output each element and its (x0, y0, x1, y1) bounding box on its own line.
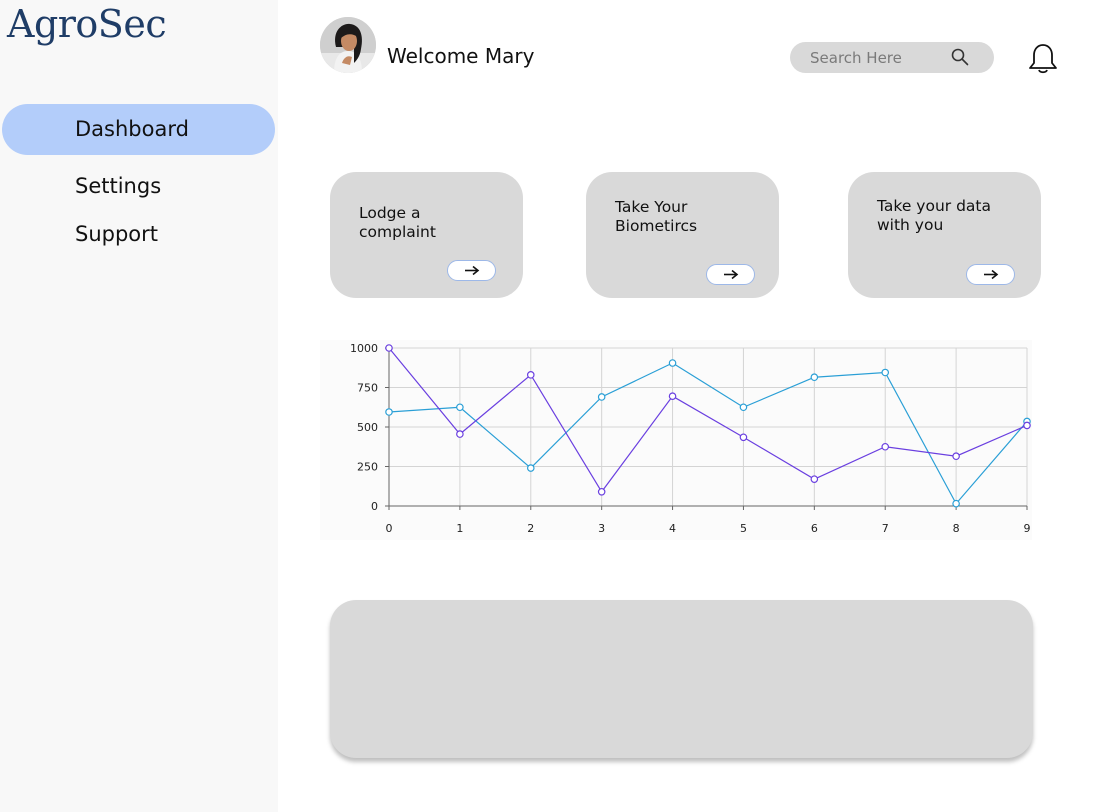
y-tick-label: 0 (371, 500, 378, 513)
y-tick-label: 1000 (350, 342, 378, 355)
series-line-2 (388, 347, 1028, 493)
sidebar-item-dashboard[interactable]: Dashboard (2, 104, 275, 155)
data-point (385, 344, 393, 352)
y-tick-label: 500 (357, 421, 378, 434)
series-line-1 (388, 362, 1028, 505)
x-tick-label: 0 (386, 522, 393, 535)
arrow-right-icon (984, 269, 999, 280)
bottom-panel (330, 600, 1033, 758)
data-point (952, 452, 960, 461)
data-point (952, 499, 960, 508)
avatar-image (320, 17, 376, 73)
app-logo: AgroSec (7, 2, 167, 46)
data-point (1023, 421, 1031, 430)
card-label: Take Your Biometircs (615, 198, 698, 235)
card-arrow-button[interactable] (966, 264, 1015, 285)
data-point (526, 371, 535, 379)
card-label: Take your data with you (877, 197, 991, 234)
arrow-right-icon (724, 269, 739, 280)
x-tick-label: 5 (740, 522, 747, 535)
sidebar: AgroSec Dashboard Settings Support (0, 0, 278, 812)
data-point (597, 487, 606, 496)
data-point (810, 475, 819, 483)
arrow-right-icon (465, 265, 480, 276)
data-point (456, 403, 464, 412)
card-take-data[interactable]: Take your data with you (848, 172, 1041, 298)
y-tick-label: 250 (357, 461, 378, 474)
data-point (456, 430, 464, 438)
bell-icon[interactable] (1027, 42, 1059, 78)
card-arrow-button[interactable] (447, 260, 496, 281)
card-take-biometrics[interactable]: Take Your Biometircs (586, 172, 779, 298)
x-tick-label: 1 (456, 522, 463, 535)
search-input[interactable] (810, 42, 950, 73)
x-tick-label: 8 (953, 522, 960, 535)
data-point (881, 368, 890, 377)
data-point (739, 433, 748, 442)
data-point (526, 464, 535, 472)
sidebar-item-support[interactable]: Support (2, 209, 275, 260)
x-tick-label: 7 (882, 522, 889, 535)
card-label: Lodge a complaint (359, 204, 436, 241)
x-tick-label: 2 (527, 522, 534, 535)
x-tick-label: 9 (1024, 522, 1031, 535)
x-tick-label: 6 (811, 522, 818, 535)
card-arrow-button[interactable] (706, 264, 755, 285)
y-tick-label: 750 (357, 382, 378, 395)
x-tick-label: 4 (669, 522, 676, 535)
data-point (668, 359, 677, 367)
welcome-text: Welcome Mary (387, 44, 535, 68)
data-point (385, 408, 393, 416)
search-icon[interactable] (951, 48, 969, 70)
data-point (881, 442, 890, 451)
data-point (810, 373, 819, 382)
avatar[interactable] (320, 17, 376, 73)
data-point (597, 393, 606, 401)
data-point (739, 403, 748, 412)
sidebar-item-settings[interactable]: Settings (2, 161, 275, 212)
card-lodge-complaint[interactable]: Lodge a complaint (330, 172, 523, 298)
line-chart: 0 250 500 750 1000 0 1 2 3 4 5 6 7 8 9 (350, 342, 1031, 535)
data-point (668, 392, 677, 400)
x-tick-label: 3 (598, 522, 605, 535)
